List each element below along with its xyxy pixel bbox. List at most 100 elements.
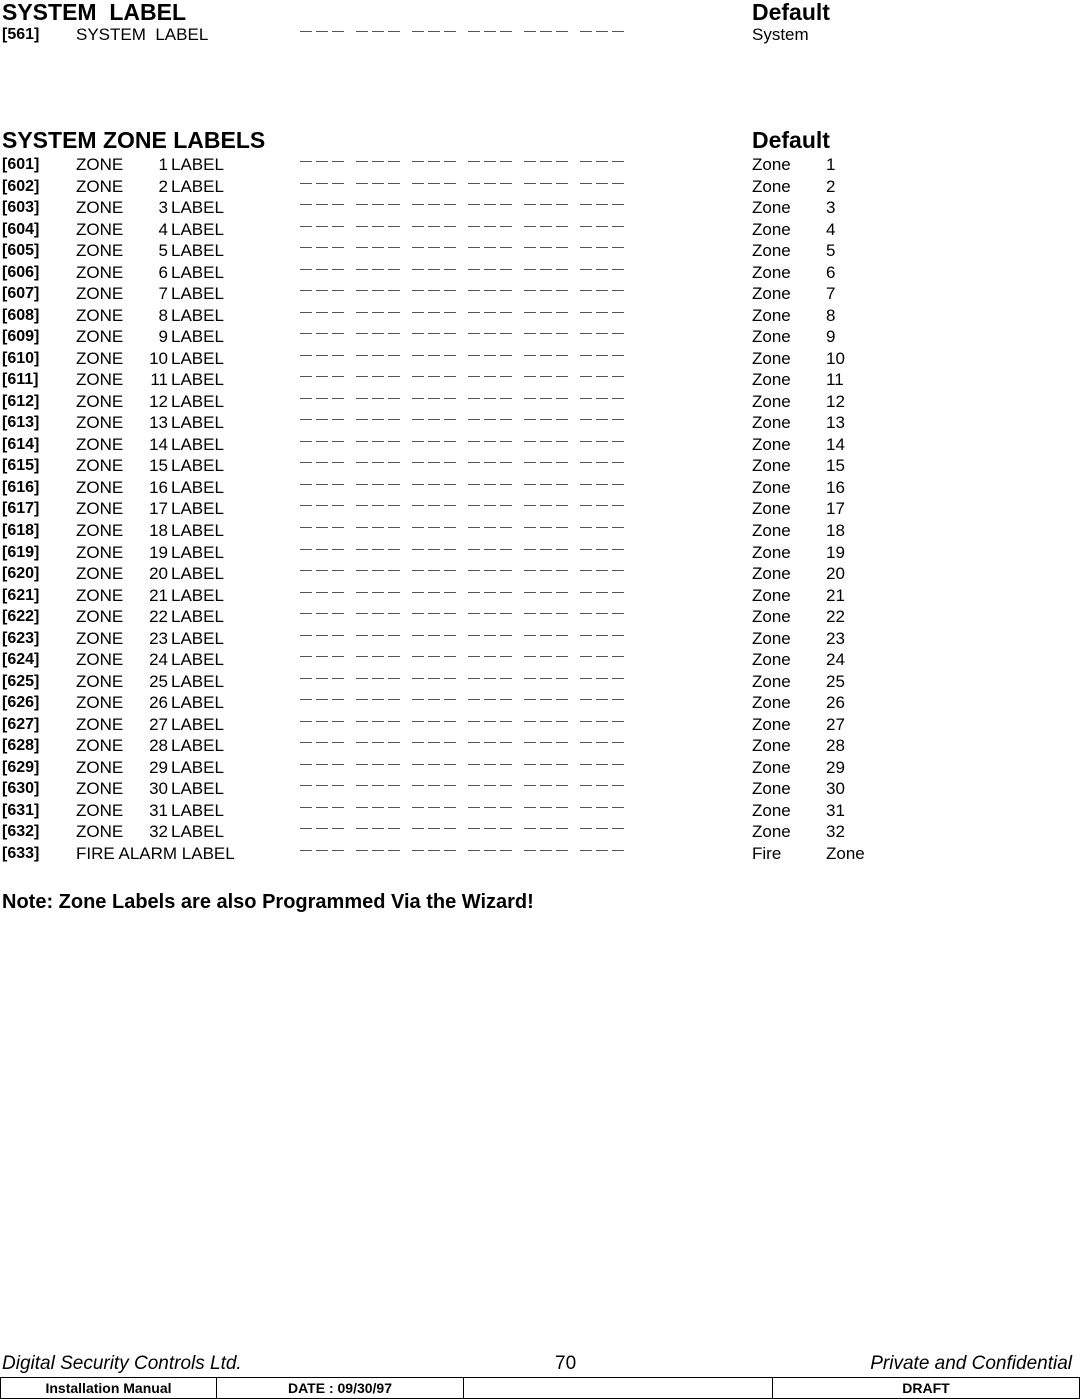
character-blank[interactable] xyxy=(316,376,328,378)
character-blank[interactable] xyxy=(484,311,496,314)
character-group[interactable] xyxy=(356,483,400,486)
character-blank[interactable] xyxy=(300,527,312,529)
entry-blanks[interactable] xyxy=(300,376,624,378)
character-blank[interactable] xyxy=(580,677,592,680)
character-blank[interactable] xyxy=(388,204,400,206)
character-blank[interactable] xyxy=(484,806,496,809)
character-group[interactable] xyxy=(356,225,400,228)
character-group[interactable] xyxy=(412,656,456,658)
character-blank[interactable] xyxy=(596,505,608,507)
character-blank[interactable] xyxy=(612,505,624,507)
character-group[interactable] xyxy=(300,161,344,163)
character-blank[interactable] xyxy=(428,268,440,271)
character-blank[interactable] xyxy=(524,462,536,464)
character-group[interactable] xyxy=(356,849,400,852)
character-blank[interactable] xyxy=(596,763,608,766)
character-group[interactable] xyxy=(356,505,400,507)
character-blank[interactable] xyxy=(540,806,552,809)
character-group[interactable] xyxy=(580,182,624,185)
character-blank[interactable] xyxy=(356,483,368,486)
character-blank[interactable] xyxy=(316,290,328,292)
character-blank[interactable] xyxy=(300,613,312,615)
character-group[interactable] xyxy=(412,613,456,615)
character-blank[interactable] xyxy=(388,333,400,335)
character-blank[interactable] xyxy=(444,419,456,421)
character-blank[interactable] xyxy=(444,290,456,292)
character-group[interactable] xyxy=(524,849,568,852)
character-blank[interactable] xyxy=(316,311,328,314)
character-group[interactable] xyxy=(524,333,568,335)
character-blank[interactable] xyxy=(388,354,400,357)
character-blank[interactable] xyxy=(556,440,568,443)
character-blank[interactable] xyxy=(300,785,312,787)
character-blank[interactable] xyxy=(356,290,368,292)
character-group[interactable] xyxy=(524,742,568,744)
character-group[interactable] xyxy=(300,333,344,335)
character-blank[interactable] xyxy=(300,742,312,744)
character-blank[interactable] xyxy=(484,31,496,33)
character-blank[interactable] xyxy=(484,634,496,637)
character-blank[interactable] xyxy=(356,828,368,830)
character-blank[interactable] xyxy=(468,527,480,529)
character-group[interactable] xyxy=(412,311,456,314)
character-blank[interactable] xyxy=(388,548,400,551)
character-blank[interactable] xyxy=(356,182,368,185)
character-blank[interactable] xyxy=(580,268,592,271)
character-blank[interactable] xyxy=(556,720,568,723)
character-group[interactable] xyxy=(356,742,400,744)
character-group[interactable] xyxy=(580,333,624,335)
character-blank[interactable] xyxy=(580,548,592,551)
character-blank[interactable] xyxy=(556,527,568,529)
character-group[interactable] xyxy=(524,656,568,658)
character-group[interactable] xyxy=(524,182,568,185)
character-blank[interactable] xyxy=(316,806,328,809)
character-blank[interactable] xyxy=(332,182,344,185)
character-blank[interactable] xyxy=(388,311,400,314)
character-blank[interactable] xyxy=(596,333,608,335)
character-blank[interactable] xyxy=(596,527,608,529)
character-blank[interactable] xyxy=(356,204,368,206)
entry-blanks[interactable] xyxy=(300,570,624,572)
character-blank[interactable] xyxy=(580,570,592,572)
character-group[interactable] xyxy=(468,268,512,271)
character-group[interactable] xyxy=(412,462,456,464)
character-blank[interactable] xyxy=(484,505,496,507)
character-blank[interactable] xyxy=(412,548,424,551)
character-group[interactable] xyxy=(412,290,456,292)
character-blank[interactable] xyxy=(388,677,400,680)
character-blank[interactable] xyxy=(412,397,424,400)
character-blank[interactable] xyxy=(372,763,384,766)
character-blank[interactable] xyxy=(428,182,440,185)
entry-blanks[interactable] xyxy=(300,268,624,271)
character-blank[interactable] xyxy=(580,828,592,830)
character-blank[interactable] xyxy=(356,333,368,335)
character-blank[interactable] xyxy=(580,333,592,335)
character-blank[interactable] xyxy=(484,182,496,185)
character-group[interactable] xyxy=(524,268,568,271)
character-group[interactable] xyxy=(300,763,344,766)
character-group[interactable] xyxy=(412,634,456,637)
character-blank[interactable] xyxy=(612,785,624,787)
character-blank[interactable] xyxy=(316,462,328,464)
character-blank[interactable] xyxy=(300,440,312,443)
character-blank[interactable] xyxy=(596,182,608,185)
entry-blanks[interactable] xyxy=(300,247,624,249)
character-blank[interactable] xyxy=(500,462,512,464)
character-blank[interactable] xyxy=(500,440,512,443)
character-blank[interactable] xyxy=(412,763,424,766)
character-blank[interactable] xyxy=(612,613,624,615)
character-blank[interactable] xyxy=(300,268,312,271)
character-blank[interactable] xyxy=(540,656,552,658)
character-group[interactable] xyxy=(468,720,512,723)
character-blank[interactable] xyxy=(332,333,344,335)
character-blank[interactable] xyxy=(540,570,552,572)
character-blank[interactable] xyxy=(556,268,568,271)
character-blank[interactable] xyxy=(316,225,328,228)
character-blank[interactable] xyxy=(372,290,384,292)
character-blank[interactable] xyxy=(580,311,592,314)
character-blank[interactable] xyxy=(596,31,608,33)
character-group[interactable] xyxy=(356,828,400,830)
character-group[interactable] xyxy=(468,440,512,443)
character-blank[interactable] xyxy=(540,634,552,637)
character-blank[interactable] xyxy=(500,354,512,357)
